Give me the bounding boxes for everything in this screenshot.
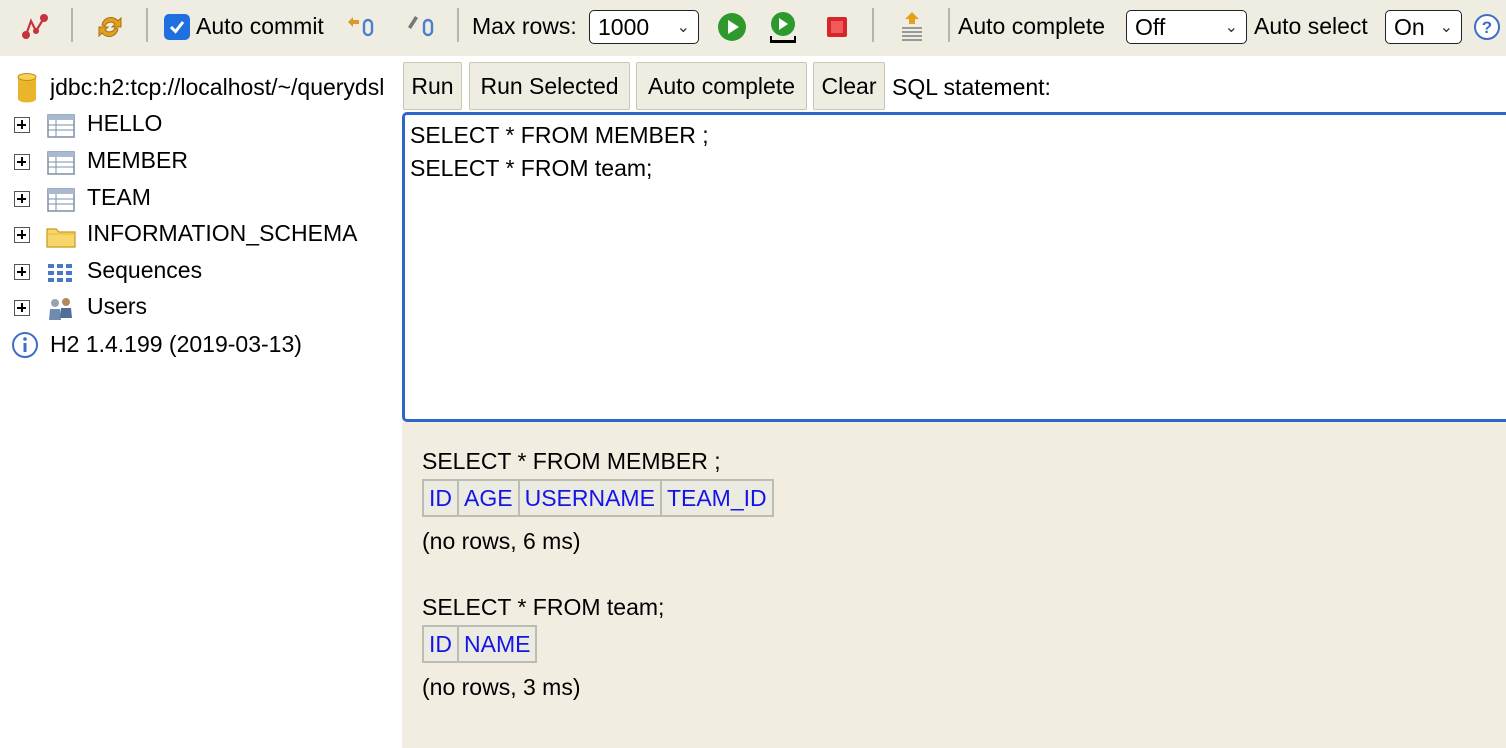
auto-commit-label: Auto commit: [196, 13, 324, 39]
auto-select-select[interactable]: On ⌄: [1385, 10, 1462, 44]
toolbar-separator: [146, 8, 148, 42]
version-info: H2 1.4.199 (2019-03-13): [0, 328, 400, 362]
users-icon: [46, 296, 76, 322]
expand-icon[interactable]: [14, 191, 30, 207]
toolbar-separator: [457, 8, 459, 42]
sql-editor[interactable]: SELECT * FROM MEMBER ; SELECT * FROM tea…: [402, 112, 1506, 422]
table-header-row: ID NAME: [422, 625, 538, 663]
result-info: (no rows, 6 ms): [422, 528, 581, 554]
column-header[interactable]: TEAM_ID: [659, 479, 774, 517]
results-panel: SELECT * FROM MEMBER ; ID AGE USERNAME T…: [402, 422, 1506, 748]
chevron-down-icon: ⌄: [1439, 19, 1453, 36]
clear-button[interactable]: Clear: [813, 62, 885, 110]
run-selected-button[interactable]: Run Selected: [469, 62, 630, 110]
expand-icon[interactable]: [14, 264, 30, 280]
toolbar-separator: [71, 8, 73, 42]
tree-item-label: INFORMATION_SCHEMA: [87, 220, 358, 246]
schema-tree: jdbc:h2:tcp://localhost/~/querydsl HELLO…: [0, 56, 402, 748]
query-panel: Run Run Selected Auto complete Clear SQL…: [402, 56, 1506, 422]
table-icon: [46, 187, 76, 213]
toolbar-separator: [948, 8, 950, 42]
auto-complete-select[interactable]: Off ⌄: [1126, 10, 1247, 44]
chevron-down-icon: ⌄: [1224, 19, 1238, 36]
result-table: ID NAME: [422, 625, 538, 663]
max-rows-select[interactable]: 1000 ⌄: [589, 10, 699, 44]
table-header-row: ID AGE USERNAME TEAM_ID: [422, 479, 774, 517]
cancel-icon[interactable]: [820, 10, 854, 44]
chevron-down-icon: ⌄: [676, 19, 690, 36]
sequences-icon: [46, 260, 76, 286]
auto-select-value: On: [1394, 13, 1425, 40]
run-icon[interactable]: [715, 10, 749, 44]
tree-item-hello[interactable]: HELLO: [0, 109, 400, 143]
auto-complete-value: Off: [1135, 13, 1166, 40]
column-header[interactable]: NAME: [456, 625, 538, 663]
toolbar: Auto commit Max rows: 1000 ⌄ Auto comple…: [0, 0, 1506, 56]
column-header[interactable]: AGE: [457, 479, 520, 517]
version-label: H2 1.4.199 (2019-03-13): [50, 331, 302, 357]
run-button[interactable]: Run: [403, 62, 462, 110]
history-icon[interactable]: [895, 10, 929, 44]
tree-item-member[interactable]: MEMBER: [0, 146, 400, 180]
auto-complete-label: Auto complete: [958, 13, 1106, 39]
column-header[interactable]: ID: [422, 479, 459, 517]
auto-complete-button[interactable]: Auto complete: [636, 62, 807, 110]
commit-icon[interactable]: [404, 10, 438, 44]
connection-url: jdbc:h2:tcp://localhost/~/querydsl: [50, 74, 385, 100]
result-info: (no rows, 3 ms): [422, 674, 581, 700]
tree-item-label: Users: [87, 293, 148, 319]
toolbar-separator: [872, 8, 874, 42]
column-header[interactable]: ID: [422, 625, 459, 663]
help-icon[interactable]: ?: [1470, 10, 1504, 44]
refresh-icon[interactable]: [93, 10, 127, 44]
column-header[interactable]: USERNAME: [517, 479, 662, 517]
run-selected-icon[interactable]: [766, 10, 800, 44]
table-icon: [46, 113, 76, 139]
folder-icon: [46, 223, 76, 249]
max-rows-value: 1000: [598, 13, 650, 40]
tree-item-label: HELLO: [87, 110, 163, 136]
tree-item-label: MEMBER: [87, 147, 188, 173]
expand-icon[interactable]: [14, 117, 30, 133]
table-icon: [46, 150, 76, 176]
expand-icon[interactable]: [14, 154, 30, 170]
info-icon: [10, 330, 40, 366]
result-sql: SELECT * FROM team;: [422, 594, 665, 620]
expand-icon[interactable]: [14, 300, 30, 316]
max-rows-label: Max rows:: [472, 13, 577, 39]
tree-item-information-schema[interactable]: INFORMATION_SCHEMA: [0, 219, 400, 253]
svg-text:?: ?: [1482, 18, 1492, 37]
tree-item-label: Sequences: [87, 257, 203, 283]
tree-item-users[interactable]: Users: [0, 292, 400, 326]
expand-icon[interactable]: [14, 227, 30, 243]
disconnect-icon[interactable]: [18, 10, 52, 44]
database-icon: [16, 73, 38, 109]
result-sql: SELECT * FROM MEMBER ;: [422, 448, 721, 474]
rollback-icon[interactable]: [344, 10, 378, 44]
sql-statement-label: SQL statement:: [892, 74, 1051, 100]
result-table: ID AGE USERNAME TEAM_ID: [422, 479, 774, 517]
tree-item-label: TEAM: [87, 184, 151, 210]
connection-node[interactable]: jdbc:h2:tcp://localhost/~/querydsl: [0, 71, 400, 105]
tree-item-sequences[interactable]: Sequences: [0, 256, 400, 290]
auto-select-label: Auto select: [1254, 13, 1368, 39]
auto-commit-checkbox[interactable]: [164, 14, 190, 40]
tree-item-team[interactable]: TEAM: [0, 183, 400, 217]
